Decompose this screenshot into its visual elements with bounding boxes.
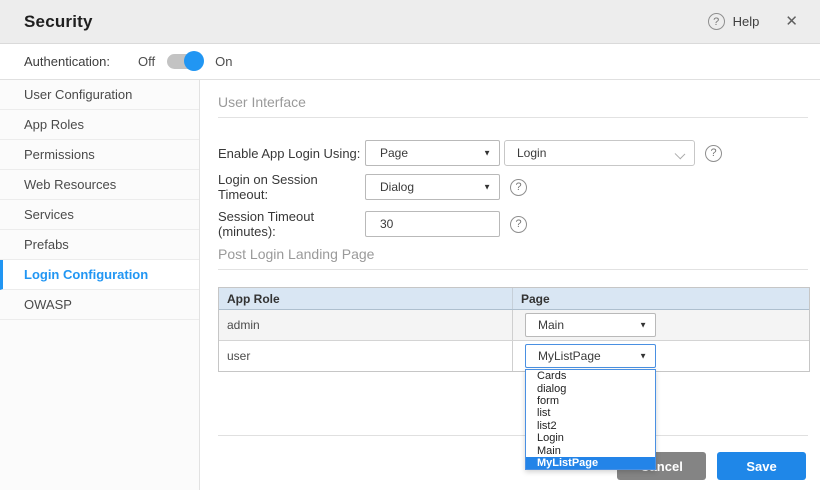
- sidebar-item-label: User Configuration: [24, 87, 132, 102]
- toggle-off-label: Off: [138, 54, 155, 69]
- save-button[interactable]: Save: [717, 452, 806, 480]
- sidebar-item-label: Permissions: [24, 147, 95, 162]
- section-title-post-login: Post Login Landing Page: [218, 246, 808, 270]
- footer-divider: [218, 435, 808, 436]
- main-content: User Interface Enable App Login Using: P…: [200, 80, 820, 490]
- session-timeout-minutes-label: Session Timeout (minutes):: [218, 209, 365, 239]
- help-link[interactable]: Help: [733, 14, 760, 29]
- chevron-down-icon: [675, 149, 686, 160]
- dropdown-option-cards[interactable]: Cards: [526, 370, 655, 382]
- close-icon[interactable]: ✕: [785, 14, 798, 29]
- post-login-table: App Role Page admin Main ▼ user: [218, 287, 810, 372]
- sidebar-item-prefabs[interactable]: Prefabs: [0, 230, 199, 260]
- sidebar-item-owasp[interactable]: OWASP: [0, 290, 199, 320]
- session-timeout-minutes-input[interactable]: [365, 211, 500, 237]
- page-cell: MyListPage ▼ Cards dialog form list list…: [513, 341, 809, 371]
- help-icon[interactable]: ?: [510, 179, 527, 196]
- help-icon[interactable]: ?: [708, 13, 725, 30]
- footer-actions: Cancel Save: [200, 452, 806, 480]
- table-header-row: App Role Page: [219, 288, 809, 310]
- session-timeout-type-select-value: Dialog: [380, 180, 414, 194]
- login-page-combobox[interactable]: Login: [504, 140, 695, 166]
- help-icon[interactable]: ?: [510, 216, 527, 233]
- sidebar: User Configuration App Roles Permissions…: [0, 80, 200, 490]
- sidebar-item-label: OWASP: [24, 297, 72, 312]
- sidebar-item-label: Services: [24, 207, 74, 222]
- sidebar-item-app-roles[interactable]: App Roles: [0, 110, 199, 140]
- dropdown-option-form[interactable]: form: [526, 395, 655, 407]
- dropdown-arrow-icon: ▼: [483, 183, 491, 192]
- user-page-select[interactable]: MyListPage ▼: [525, 344, 656, 368]
- admin-page-select-value: Main: [538, 318, 564, 332]
- dropdown-option-dialog[interactable]: dialog: [526, 382, 655, 394]
- authentication-bar: Authentication: Off On: [0, 44, 820, 80]
- toggle-on-label: On: [215, 54, 232, 69]
- sidebar-item-web-resources[interactable]: Web Resources: [0, 170, 199, 200]
- sidebar-item-permissions[interactable]: Permissions: [0, 140, 199, 170]
- sidebar-item-label: Prefabs: [24, 237, 69, 252]
- dropdown-arrow-icon: ▼: [483, 149, 491, 158]
- dropdown-arrow-icon: ▼: [639, 321, 647, 330]
- table-header-app-role: App Role: [219, 288, 513, 309]
- sidebar-item-label: Web Resources: [24, 177, 116, 192]
- section-title-user-interface: User Interface: [218, 94, 808, 118]
- admin-page-select[interactable]: Main ▼: [525, 313, 656, 337]
- dropdown-option-main[interactable]: Main: [526, 444, 655, 456]
- security-dialog: Security ? Help ✕ Authentication: Off On…: [0, 0, 820, 490]
- field-session-timeout-minutes: Session Timeout (minutes): ?: [218, 211, 820, 237]
- dropdown-option-login[interactable]: Login: [526, 432, 655, 444]
- authentication-label: Authentication:: [24, 54, 110, 69]
- login-page-combobox-value: Login: [517, 146, 546, 160]
- field-enable-app-login: Enable App Login Using: Page ▼ Login ?: [218, 140, 820, 166]
- enable-app-login-label: Enable App Login Using:: [218, 146, 365, 161]
- dropdown-arrow-icon: ▼: [639, 352, 647, 361]
- sidebar-item-login-configuration[interactable]: Login Configuration: [0, 260, 199, 290]
- page-dropdown-list: Cards dialog form list list2 Login Main …: [525, 369, 656, 470]
- sidebar-item-user-configuration[interactable]: User Configuration: [0, 80, 199, 110]
- toggle-knob: [184, 51, 204, 71]
- authentication-toggle[interactable]: [167, 54, 201, 69]
- app-role-cell: user: [219, 341, 513, 371]
- page-title: Security: [24, 12, 93, 32]
- login-type-select-value: Page: [380, 146, 408, 160]
- session-timeout-type-label: Login on Session Timeout:: [218, 172, 365, 202]
- titlebar-actions: ? Help ✕: [708, 13, 798, 30]
- page-cell: Main ▼: [513, 310, 809, 340]
- app-role-cell: admin: [219, 310, 513, 340]
- dropdown-option-list2[interactable]: list2: [526, 420, 655, 432]
- dropdown-option-list[interactable]: list: [526, 407, 655, 419]
- sidebar-item-services[interactable]: Services: [0, 200, 199, 230]
- sidebar-item-label: Login Configuration: [24, 267, 148, 282]
- dropdown-option-mylistpage[interactable]: MyListPage: [526, 457, 655, 469]
- field-login-session-timeout: Login on Session Timeout: Dialog ▼ ?: [218, 174, 820, 200]
- login-type-select[interactable]: Page ▼: [365, 140, 500, 166]
- table-row: admin Main ▼: [219, 310, 809, 341]
- session-timeout-type-select[interactable]: Dialog ▼: [365, 174, 500, 200]
- title-bar: Security ? Help ✕: [0, 0, 820, 44]
- table-header-page: Page: [513, 288, 809, 309]
- table-row: user MyListPage ▼ Cards dialog form: [219, 341, 809, 371]
- help-icon[interactable]: ?: [705, 145, 722, 162]
- sidebar-item-label: App Roles: [24, 117, 84, 132]
- user-page-select-value: MyListPage: [538, 349, 601, 363]
